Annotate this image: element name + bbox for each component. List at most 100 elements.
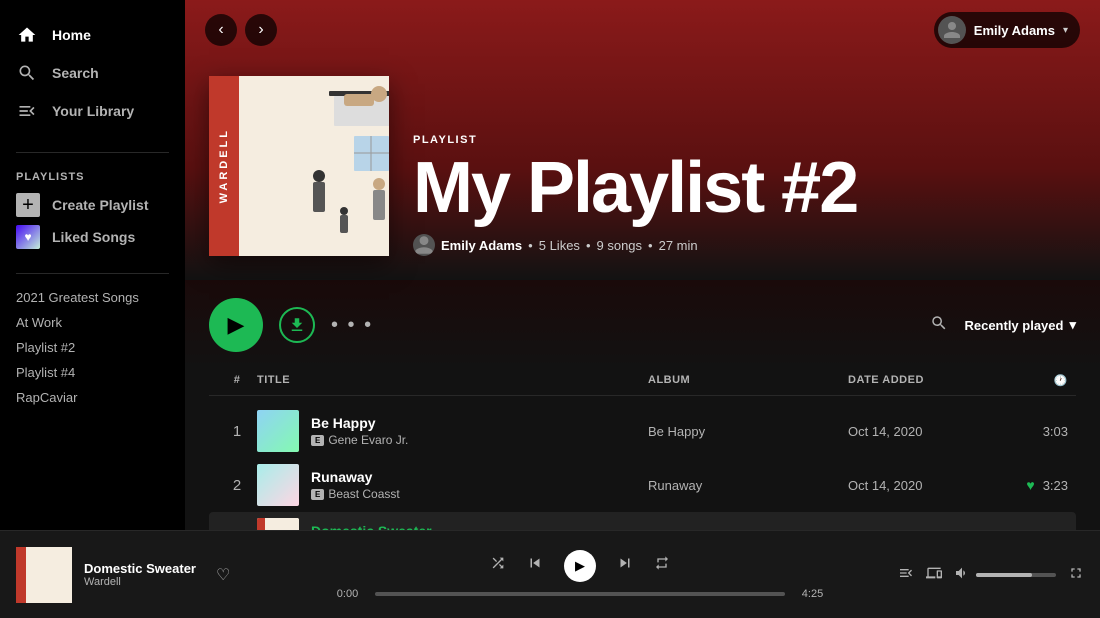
user-profile[interactable]: Emily Adams ▾ [934, 12, 1080, 48]
sort-selector[interactable]: Recently played ▾ [964, 317, 1076, 333]
player-extras [864, 565, 1084, 585]
controls-right: Recently played ▾ [930, 314, 1076, 337]
content-header: ‹ › Emily Adams ▾ [185, 0, 1100, 60]
search-songs-button[interactable] [930, 314, 948, 337]
sidebar-divider-2 [16, 273, 169, 274]
hero-info: PLAYLIST My Playlist #2 Emily Adams • 5 … [413, 134, 857, 256]
player-song-artist: Wardell [84, 576, 196, 588]
volume-fill [976, 573, 1032, 577]
sidebar-item-playlist4[interactable]: Playlist #4 [16, 361, 169, 384]
sort-label: Recently played [964, 318, 1063, 333]
hero-avatar [413, 234, 435, 256]
table-row[interactable]: 1 ▶ Be Happy E Gene Evaro Jr. [209, 404, 1076, 458]
sidebar-item-rapcaviar[interactable]: RapCaviar [16, 386, 169, 409]
user-name: Emily Adams [974, 23, 1055, 38]
forward-button[interactable]: › [245, 14, 277, 46]
liked-icon[interactable]: ♥ [1026, 477, 1034, 493]
col-time: 🕐 [1008, 374, 1068, 387]
song-artist: E Beast Coasst [311, 487, 400, 501]
explicit-icon: E [311, 489, 324, 500]
progress-area: 0:00 4:25 [330, 588, 830, 600]
player-song-info: Domestic Sweater Wardell [84, 561, 196, 588]
sidebar-item-2021[interactable]: 2021 Greatest Songs [16, 286, 169, 309]
queue-button[interactable] [898, 565, 914, 585]
hero-meta: Emily Adams • 5 Likes • 9 songs • 27 min [413, 234, 857, 256]
play-pause-button[interactable]: ▶ [564, 550, 596, 582]
volume-bar[interactable] [976, 573, 1056, 577]
sidebar-item-library[interactable]: Your Library [0, 92, 185, 130]
repeat-button[interactable] [654, 555, 670, 576]
col-date: DATE ADDED [848, 374, 1008, 387]
song-thumbnail [257, 410, 299, 452]
player-song-title: Domestic Sweater [84, 561, 196, 576]
sidebar-divider-1 [16, 152, 169, 153]
create-playlist-button[interactable]: + Create Playlist [16, 193, 169, 217]
table-header: # TITLE ALBUM DATE ADDED 🕐 [209, 370, 1076, 396]
table-row[interactable]: 3 ▶ Domestic Sweater E [209, 512, 1076, 530]
sidebar-item-home[interactable]: Home [0, 16, 185, 54]
song-artist: E Gene Evaro Jr. [311, 433, 408, 447]
liked-songs-button[interactable]: ♥ Liked Songs [16, 225, 169, 249]
heart-icon: ♥ [16, 225, 40, 249]
home-icon [16, 24, 38, 46]
download-button[interactable] [279, 307, 315, 343]
play-button[interactable]: ▶ [209, 298, 263, 352]
hero-user-name: Emily Adams [441, 238, 522, 253]
shuffle-button[interactable] [490, 555, 506, 576]
song-title-area: Domestic Sweater E Wardell [311, 523, 432, 530]
liked-songs-label: Liked Songs [52, 229, 135, 245]
song-info: Be Happy E Gene Evaro Jr. [257, 410, 648, 452]
playlists-label: PLAYLISTS [16, 171, 169, 183]
library-icon [16, 100, 38, 122]
song-duration-area: ♥ 3:23 [1008, 477, 1068, 493]
more-options-button[interactable]: • • • [331, 314, 373, 337]
song-duration-area: ♡ 3:03 [1008, 423, 1068, 440]
sidebar: Home Search Your Library [0, 0, 185, 530]
sidebar-item-search[interactable]: Search [0, 54, 185, 92]
album-side-label: WARDELL [209, 76, 239, 256]
sidebar-item-playlist2[interactable]: Playlist #2 [16, 336, 169, 359]
song-duration: 3:23 [1043, 478, 1068, 493]
chevron-down-icon: ▾ [1063, 25, 1068, 36]
table-row[interactable]: 2 ▶ Runaway E Beast Coasst Run [209, 458, 1076, 512]
hero-likes: 5 Likes [539, 238, 580, 253]
player-controls: ▶ 0:00 4:25 [296, 550, 864, 600]
song-title: Runaway [311, 469, 400, 485]
fullscreen-button[interactable] [1068, 565, 1084, 585]
album-content [239, 76, 389, 256]
sidebar-nav: Home Search Your Library [0, 8, 185, 146]
song-thumbnail [257, 464, 299, 506]
devices-button[interactable] [926, 565, 942, 585]
sidebar-home-label: Home [52, 27, 91, 43]
explicit-icon: E [311, 435, 324, 446]
hero-type: PLAYLIST [413, 134, 857, 146]
scroll-container: WARDELL [185, 0, 1100, 530]
song-title: Domestic Sweater [311, 523, 432, 530]
player-like-button[interactable]: ♡ [216, 565, 230, 585]
avatar [938, 16, 966, 44]
song-duration: 3:03 [1043, 424, 1068, 439]
volume-button[interactable] [954, 565, 970, 585]
album-side-text: WARDELL [218, 128, 230, 203]
playlist-controls: ▶ • • • Recently played ▾ [185, 280, 1100, 370]
hero-songs: 9 songs [597, 238, 643, 253]
nav-buttons: ‹ › [205, 14, 277, 46]
plus-icon: + [16, 193, 40, 217]
col-num: # [217, 374, 257, 387]
next-button[interactable] [616, 554, 634, 577]
playlist-art: WARDELL [209, 76, 389, 256]
volume-area [954, 565, 1056, 585]
search-icon [16, 62, 38, 84]
previous-button[interactable] [526, 554, 544, 577]
create-playlist-label: Create Playlist [52, 197, 149, 213]
hero-title: My Playlist #2 [413, 152, 857, 224]
sidebar-item-atwork[interactable]: At Work [16, 311, 169, 334]
col-album: ALBUM [648, 374, 848, 387]
progress-bar[interactable] [375, 592, 785, 596]
now-playing: Domestic Sweater Wardell ♡ [16, 547, 296, 603]
total-time: 4:25 [795, 588, 830, 600]
back-button[interactable]: ‹ [205, 14, 237, 46]
player-buttons: ▶ [490, 550, 670, 582]
song-title-area: Be Happy E Gene Evaro Jr. [311, 415, 408, 447]
playlists-section: PLAYLISTS + Create Playlist ♥ Liked Song… [0, 159, 185, 265]
